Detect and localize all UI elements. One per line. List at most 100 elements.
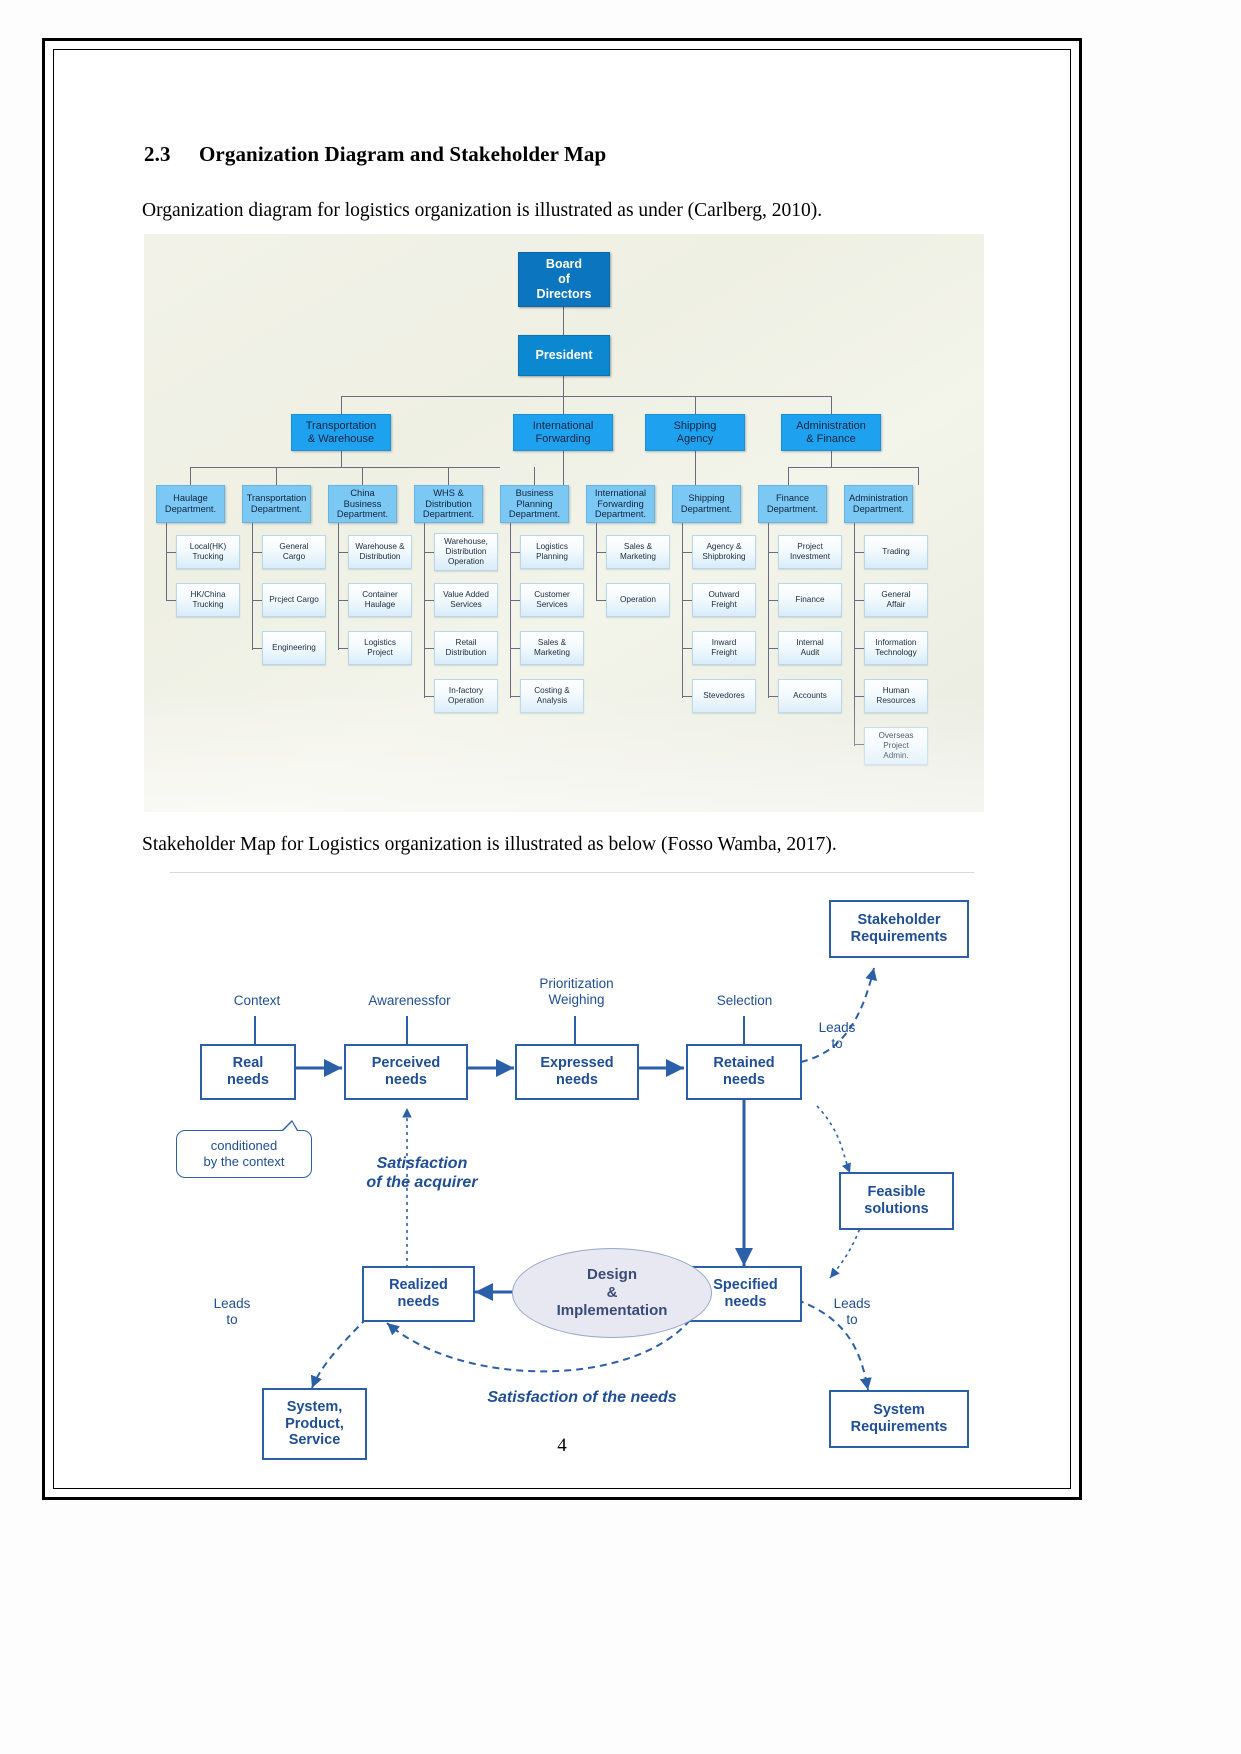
org-leaf-inward-freight[interactable]: Inward Freight: [692, 631, 756, 665]
org-leaf-operation[interactable]: Operation: [606, 583, 670, 617]
org-node-transportation-department[interactable]: Transportation Department.: [242, 485, 311, 523]
intro-paragraph-org-chart: Organization diagram for logistics organ…: [142, 200, 823, 221]
org-node-transportation-warehouse[interactable]: Transportation & Warehouse: [291, 414, 391, 451]
org-leaf-outward-freight[interactable]: Outward Freight: [692, 583, 756, 617]
label-context: Context: [233, 993, 281, 1008]
ellipse-design-implementation[interactable]: Design & Implementation: [512, 1248, 712, 1338]
connector: [768, 696, 778, 697]
org-node-board-of-directors[interactable]: Board of Directors: [518, 252, 610, 307]
org-leaf-trading[interactable]: Trading: [864, 535, 928, 569]
connector: [768, 600, 778, 601]
box-expressed-needs[interactable]: Expressed needs: [515, 1044, 639, 1100]
connector: [424, 648, 434, 649]
org-leaf-project-cargo[interactable]: Prcject Cargo: [262, 583, 326, 617]
org-leaf-overseas-project-admin[interactable]: Overseas Project Admin.: [864, 727, 928, 765]
page-border-outer: 2.3 Organization Diagram and Stakeholder …: [42, 38, 1082, 1500]
connector: [854, 744, 864, 745]
org-leaf-warehouse-distribution[interactable]: Warehouse & Distribution: [348, 535, 412, 569]
connector: [768, 648, 778, 649]
connector: [166, 600, 176, 601]
connector: [424, 600, 434, 601]
connector: [190, 467, 191, 485]
org-leaf-sales-marketing-bp[interactable]: Sales & Marketing: [520, 631, 584, 665]
org-leaf-engineering[interactable]: Engineering: [262, 631, 326, 665]
org-leaf-accounts[interactable]: Accounts: [778, 679, 842, 713]
connector: [563, 396, 564, 414]
box-real-needs[interactable]: Real needs: [200, 1044, 296, 1100]
org-leaf-retail-distribution[interactable]: Retail Distribution: [434, 631, 498, 665]
callout-conditioned-by-context: conditioned by the context: [176, 1120, 312, 1178]
org-leaf-logistics-project[interactable]: Logistics Project: [348, 631, 412, 665]
org-leaf-costing-analysis[interactable]: Costing & Analysis: [520, 679, 584, 713]
connector: [563, 376, 564, 396]
connector: [831, 396, 832, 414]
org-leaf-customer-services[interactable]: Customer Services: [520, 583, 584, 617]
section-heading: 2.3 Organization Diagram and Stakeholder …: [144, 142, 606, 167]
org-node-shipping-agency[interactable]: Shipping Agency: [645, 414, 745, 451]
org-leaf-warehouse-distribution-operation[interactable]: Warehouse, Distribution Operation: [434, 533, 498, 571]
connector: [252, 523, 253, 650]
box-stakeholder-requirements[interactable]: Stakeholder Requirements: [829, 900, 969, 958]
org-node-whs-distribution-department[interactable]: WHS & Distribution Department.: [414, 485, 483, 523]
connector: [276, 467, 277, 485]
connector: [362, 467, 363, 485]
connector: [788, 467, 918, 468]
org-node-business-planning-department[interactable]: Business Planning Department.: [500, 485, 569, 523]
org-node-shipping-department[interactable]: Shipping Department.: [672, 485, 741, 523]
org-node-president[interactable]: President: [518, 335, 610, 376]
intro-paragraph-stakeholder-map: Stakeholder Map for Logistics organizati…: [142, 834, 837, 855]
org-node-administration-finance[interactable]: Administration & Finance: [781, 414, 881, 451]
org-leaf-in-factory-operation[interactable]: In-factory Operation: [434, 679, 498, 713]
connector: [768, 552, 778, 553]
org-leaf-local-hk-trucking[interactable]: Local(HK) Trucking: [176, 535, 240, 569]
connector: [788, 467, 789, 485]
org-leaf-logistics-planning[interactable]: Logistics Planning: [520, 535, 584, 569]
connector: [338, 600, 348, 601]
organization-chart-figure: Board of Directors President Transportat…: [144, 234, 984, 812]
connector: [448, 467, 449, 485]
org-node-international-forwarding-department[interactable]: International Forwarding Department.: [586, 485, 655, 523]
org-node-administration-department[interactable]: Administration Department.: [844, 485, 913, 523]
org-node-haulage-department[interactable]: Haulage Department.: [156, 485, 225, 523]
org-leaf-sales-marketing-if[interactable]: Sales & Marketing: [606, 535, 670, 569]
box-perceived-needs[interactable]: Perceived needs: [344, 1044, 468, 1100]
org-leaf-project-investment[interactable]: Project Investment: [778, 535, 842, 569]
connector: [252, 552, 262, 553]
connector: [424, 552, 434, 553]
org-leaf-agency-shipbroking[interactable]: Agency & Shipbroking: [692, 535, 756, 569]
org-leaf-value-added-services[interactable]: Value Added Services: [434, 583, 498, 617]
label-awareness-for: Awarenessfor: [368, 993, 451, 1008]
connector: [338, 523, 339, 650]
connector: [424, 696, 434, 697]
org-leaf-general-cargo[interactable]: General Cargo: [262, 535, 326, 569]
org-leaf-container-haulage[interactable]: Container Haulage: [348, 583, 412, 617]
connector: [252, 648, 262, 649]
org-leaf-human-resources[interactable]: Human Resources: [864, 679, 928, 713]
box-retained-needs[interactable]: Retained needs: [686, 1044, 802, 1100]
org-leaf-stevedores[interactable]: Stevedores: [692, 679, 756, 713]
org-leaf-hk-china-trucking[interactable]: HK/China Trucking: [176, 583, 240, 617]
org-node-international-forwarding[interactable]: International Forwarding: [513, 414, 613, 451]
connector: [424, 523, 425, 698]
org-node-china-business-department[interactable]: China Business Department.: [328, 485, 397, 523]
box-realized-needs[interactable]: Realized needs: [362, 1266, 475, 1322]
connector: [695, 396, 696, 414]
org-leaf-internal-audit[interactable]: Internal Audit: [778, 631, 842, 665]
org-leaf-information-technology[interactable]: Information Technology: [864, 631, 928, 665]
org-leaf-finance[interactable]: Finance: [778, 583, 842, 617]
connector: [854, 523, 855, 746]
connector: [682, 523, 683, 698]
page-border-inner: 2.3 Organization Diagram and Stakeholder …: [53, 49, 1071, 1489]
org-node-finance-department[interactable]: Finance Department.: [758, 485, 827, 523]
annotation-satisfaction-of-needs: Satisfaction of the needs: [487, 1389, 677, 1406]
label-leads-to-stakeholder: Leads to: [818, 1020, 856, 1052]
annotation-satisfaction-of-acquirer: Satisfaction of the acquirer: [366, 1155, 478, 1192]
connector: [831, 451, 832, 467]
connector: [682, 696, 692, 697]
org-leaf-general-affair[interactable]: General Affair: [864, 583, 928, 617]
connector: [695, 451, 696, 485]
connector: [510, 600, 520, 601]
box-feasible-solutions[interactable]: Feasible solutions: [839, 1172, 954, 1230]
connector: [510, 696, 520, 697]
connector: [166, 523, 167, 601]
